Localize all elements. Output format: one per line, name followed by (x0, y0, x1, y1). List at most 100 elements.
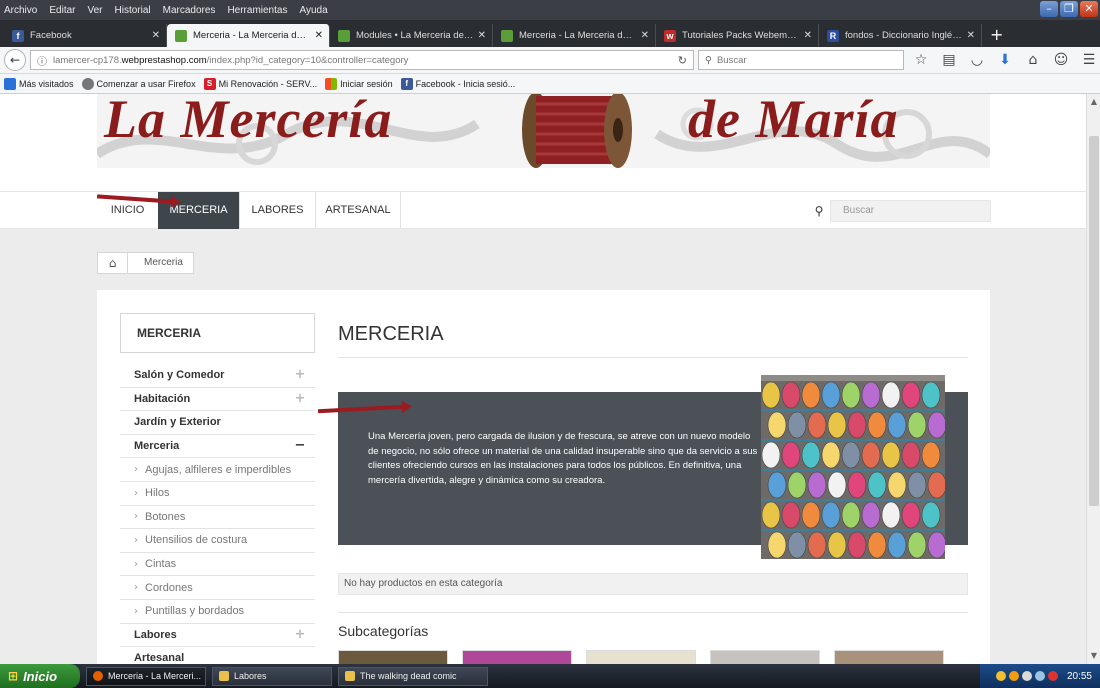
close-tab-icon[interactable]: ✕ (804, 30, 812, 41)
close-tab-icon[interactable]: ✕ (641, 30, 649, 41)
browser-search-input[interactable]: ⚲ Buscar (698, 50, 904, 70)
category-item[interactable]: Habitación + (120, 388, 315, 412)
info-icon[interactable]: ⓘ (37, 53, 47, 68)
tab-bar: f Facebook ✕ Merceria - La Merceria de M… (0, 20, 1100, 47)
ribbon-roll (867, 411, 887, 439)
ribbon-roll (827, 471, 847, 499)
nav-labores[interactable]: LABORES (239, 192, 315, 229)
ribbon-roll (881, 501, 901, 529)
subcategory-thumb[interactable] (586, 650, 696, 664)
bookmark-mas-visitados[interactable]: Más visitados (4, 77, 74, 90)
category-item[interactable]: Artesanal (120, 647, 315, 664)
chevron-right-icon: › (134, 487, 138, 499)
subcategory-thumb[interactable] (834, 650, 944, 664)
subcategory-item[interactable]: › Botones (120, 506, 315, 530)
taskbar-item-walking-dead[interactable]: The walking dead comic (338, 666, 488, 686)
category-label: Jardín y Exterior (134, 416, 221, 429)
update-icon[interactable] (1008, 671, 1019, 681)
chat-icon[interactable]: ☺ (1052, 52, 1070, 68)
tab-modules[interactable]: Modules • La Merceria de Maria ✕ (330, 24, 493, 47)
menu-historial[interactable]: Historial (115, 5, 151, 16)
category-item[interactable]: Salón y Comedor + (120, 364, 315, 388)
pocket-icon[interactable]: ◡ (968, 52, 986, 68)
reload-icon[interactable]: ↻ (678, 54, 687, 67)
category-label: Cordones (145, 581, 193, 594)
bookmark-facebook[interactable]: f Facebook - Inicia sesió... (400, 77, 515, 90)
ribbon-roll (787, 411, 807, 439)
taskbar-item-firefox[interactable]: Merceria - La Merceri... (86, 666, 206, 686)
bookmark-renovacion[interactable]: S Mi Renovación - SERV... (203, 77, 317, 90)
back-arrow-icon[interactable]: ← (4, 49, 26, 71)
ribbon-roll (881, 381, 901, 409)
volume-icon[interactable] (1034, 671, 1045, 681)
download-icon[interactable]: ⬇ (996, 52, 1014, 68)
close-tab-icon[interactable]: ✕ (478, 30, 486, 41)
home-icon[interactable]: ⌂ (1024, 52, 1042, 68)
start-button[interactable]: ⊞ Inicio (0, 664, 80, 688)
tab-fondos[interactable]: R fondos - Diccionario Inglés-Esp... ✕ (819, 24, 982, 47)
maximize-icon[interactable]: ❐ (1060, 1, 1078, 17)
flag-icon[interactable] (1047, 671, 1058, 681)
scrollbar-thumb[interactable] (1089, 136, 1099, 506)
network-icon[interactable] (1021, 671, 1032, 681)
subcategory-item[interactable]: › Cintas (120, 553, 315, 577)
subcategory-thumb[interactable] (710, 650, 820, 664)
collapse-icon[interactable]: − (293, 438, 307, 453)
subcategory-item[interactable]: › Cordones (120, 576, 315, 600)
site-search-input[interactable]: Buscar (830, 200, 991, 222)
hamburger-menu-icon[interactable]: ☰ (1080, 52, 1098, 68)
menu-ayuda[interactable]: Ayuda (299, 5, 327, 16)
browser-search-placeholder: Buscar (716, 54, 747, 66)
tab-merceria-2[interactable]: Merceria - La Merceria de Maria ✕ (493, 24, 656, 47)
ribbon-roll (767, 471, 787, 499)
close-tab-icon[interactable]: ✕ (315, 30, 323, 41)
bookmark-iniciar-sesion[interactable]: Iniciar sesión (325, 77, 393, 90)
taskbar-item-labores[interactable]: Labores (212, 666, 332, 686)
no-products-message: No hay productos en esta categoría (338, 573, 968, 595)
url-bar[interactable]: ⓘ lamercer-cp178. webprestashop.com/index… (30, 50, 694, 70)
subcategory-thumb[interactable] (462, 650, 572, 664)
bookmark-firefox[interactable]: Comenzar a usar Firefox (81, 77, 196, 90)
close-tab-icon[interactable]: ✕ (967, 30, 975, 41)
nav-artesanal[interactable]: ARTESANAL (315, 192, 401, 229)
menu-marcadores[interactable]: Marcadores (163, 5, 216, 16)
ribbon-roll (921, 501, 941, 529)
scroll-up-icon[interactable]: ▲ (1088, 96, 1100, 108)
minimize-icon[interactable]: – (1040, 1, 1058, 17)
menu-archivo[interactable]: Archivo (4, 5, 37, 16)
subcategory-item[interactable]: › Hilos (120, 482, 315, 506)
scroll-down-icon[interactable]: ▼ (1088, 650, 1100, 662)
subcategory-item[interactable]: › Puntillas y bordados (120, 600, 315, 624)
tab-facebook[interactable]: f Facebook ✕ (4, 24, 167, 47)
ribbon-roll (847, 411, 867, 439)
category-item[interactable]: Jardín y Exterior (120, 411, 315, 435)
tab-merceria-active[interactable]: Merceria - La Merceria de Maria ✕ (167, 24, 330, 47)
expand-icon[interactable]: + (293, 391, 307, 406)
subcategory-item[interactable]: › Agujas, alfileres e imperdibles (120, 458, 315, 482)
category-item[interactable]: Merceria − (120, 435, 315, 459)
ribbon-roll (927, 471, 945, 499)
menu-ver[interactable]: Ver (87, 5, 102, 16)
ribbon-roll (927, 411, 945, 439)
new-tab-icon[interactable]: + (982, 25, 1011, 47)
bookmark-star-icon[interactable]: ☆ (912, 52, 930, 68)
close-tab-icon[interactable]: ✕ (152, 30, 160, 41)
expand-icon[interactable]: + (293, 627, 307, 642)
menu-editar[interactable]: Editar (49, 5, 75, 16)
ribbon-roll (847, 531, 867, 559)
menu-herramientas[interactable]: Herramientas (227, 5, 287, 16)
search-icon[interactable]: ⚲ (808, 204, 830, 218)
subcategory-item[interactable]: › Utensilios de costura (120, 529, 315, 553)
tab-tutoriales[interactable]: w Tutoriales Packs Webempresa... ✕ (656, 24, 819, 47)
home-icon[interactable]: ⌂ (98, 253, 128, 273)
renovacion-icon: S (203, 77, 216, 90)
category-item[interactable]: Labores + (120, 624, 315, 648)
shield-icon[interactable] (995, 671, 1006, 681)
expand-icon[interactable]: + (293, 367, 307, 382)
category-label: Cintas (145, 558, 177, 571)
page-scrollbar[interactable]: ▲ ▼ (1086, 94, 1100, 664)
close-window-icon[interactable]: ✕ (1080, 1, 1098, 17)
reading-list-icon[interactable]: ▤ (940, 52, 958, 68)
subcategory-thumb[interactable] (338, 650, 448, 664)
prestashop-icon (501, 29, 513, 42)
